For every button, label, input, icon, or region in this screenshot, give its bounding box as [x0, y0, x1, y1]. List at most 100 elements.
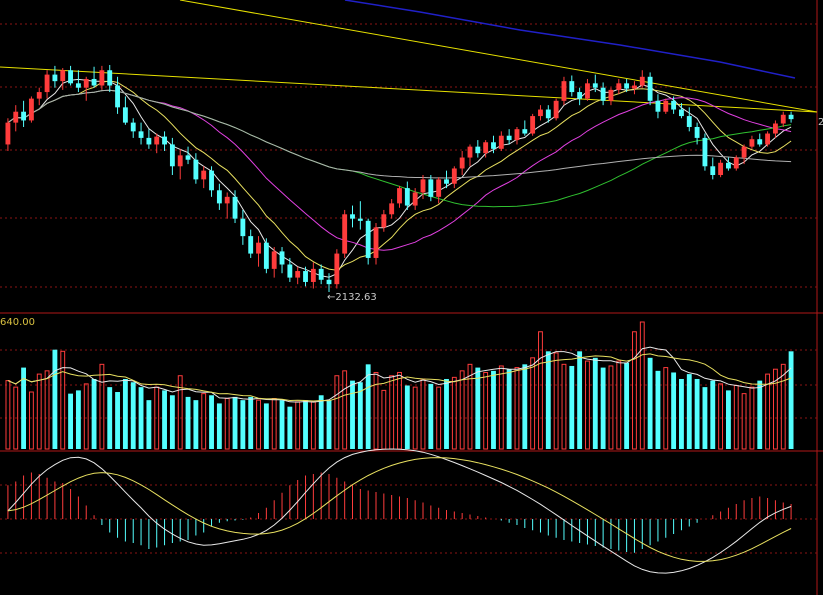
volume-bar	[193, 400, 199, 449]
volume-bar	[475, 367, 481, 449]
volume-bar	[263, 403, 269, 449]
candle-body	[600, 87, 606, 101]
volume-bar	[491, 370, 496, 449]
candle-body	[592, 83, 598, 88]
volume-bar	[115, 392, 120, 449]
volume-bar	[459, 370, 465, 450]
volume-bar	[397, 371, 402, 450]
candle-body	[5, 122, 11, 145]
volume-bar	[514, 367, 520, 450]
candle-body	[639, 76, 645, 86]
volume-bar	[506, 369, 512, 449]
candle-body	[733, 157, 739, 169]
volume-bar	[686, 374, 692, 449]
candle-body	[248, 236, 254, 254]
volume-bar	[44, 370, 50, 450]
candle-body	[68, 70, 73, 84]
volume-bar	[342, 370, 348, 450]
candle-body	[412, 192, 418, 206]
volume-bar	[561, 363, 567, 450]
candle-body	[287, 264, 293, 278]
volume-bar	[209, 395, 214, 449]
candle-body	[75, 83, 81, 88]
candle-body	[514, 129, 520, 141]
volume-bar	[318, 395, 324, 449]
candle-body	[91, 78, 97, 86]
price-panel	[0, 0, 823, 595]
volume-bar	[232, 396, 238, 449]
volume-panel	[0, 321, 823, 452]
candle-body	[209, 170, 214, 191]
candle-body	[271, 251, 277, 269]
candle-body	[99, 70, 105, 86]
candle-body	[404, 188, 410, 206]
candle-body	[334, 253, 340, 285]
volume-bar	[201, 393, 207, 450]
candle-body	[616, 83, 622, 90]
candle-body	[350, 214, 355, 219]
candle-body	[491, 142, 496, 149]
candle-body	[36, 92, 42, 99]
candle-body	[326, 279, 332, 285]
volume-bar	[28, 391, 34, 450]
volume-bar	[726, 390, 731, 449]
volume-bar	[632, 331, 637, 450]
right-edge-label: 2	[818, 117, 823, 128]
candle-body	[467, 146, 473, 158]
candle-body	[608, 89, 614, 101]
volume-bar	[130, 382, 136, 449]
volume-bar	[522, 364, 528, 449]
candle-body	[506, 135, 512, 141]
candle-body	[381, 214, 387, 228]
candle-body	[522, 129, 528, 134]
candle-body	[21, 111, 27, 121]
volume-bar	[624, 362, 630, 449]
volume-bar	[169, 395, 175, 449]
volume-bar	[256, 399, 261, 450]
candle-body	[279, 251, 285, 265]
stock-chart: ←2132.63 2 640.00	[0, 0, 823, 595]
volume-bar	[741, 393, 747, 450]
candle-body	[256, 242, 261, 254]
candle-body	[545, 109, 551, 119]
volume-bar	[75, 390, 81, 449]
volume-bar	[608, 365, 614, 450]
volume-bar	[467, 363, 473, 450]
candle-body	[224, 196, 230, 204]
volume-bar	[679, 378, 684, 449]
candle-body	[185, 155, 191, 160]
candle-body	[671, 100, 677, 110]
candle-body	[146, 137, 152, 145]
candle-body	[749, 139, 755, 147]
volume-bar	[577, 351, 583, 449]
volume-bar	[757, 380, 763, 449]
candle-body	[655, 100, 661, 112]
candle-body	[538, 109, 543, 117]
volume-bar	[389, 375, 395, 450]
volume-bar	[420, 378, 426, 450]
volume-bar	[733, 385, 739, 450]
candle-body	[365, 220, 371, 258]
candle-body	[83, 78, 89, 88]
volume-bar	[52, 349, 58, 449]
volume-bar	[780, 363, 786, 450]
candle-body	[483, 142, 489, 154]
candle-body	[240, 218, 246, 237]
candle-body	[585, 83, 590, 99]
candle-body	[553, 100, 559, 119]
candle-body	[44, 74, 50, 93]
candle-body	[757, 139, 763, 145]
candle-body	[216, 190, 222, 204]
candle-body	[788, 114, 794, 120]
candle-body	[389, 203, 395, 215]
candle-body	[122, 107, 128, 123]
candle-body	[373, 227, 379, 258]
candle-body	[318, 268, 324, 280]
volume-bar	[326, 400, 332, 449]
candle-body	[295, 271, 301, 278]
volume-bar	[5, 380, 11, 450]
volume-bar	[138, 387, 144, 449]
volume-bar	[287, 406, 293, 449]
candle-body	[232, 196, 238, 219]
volume-bar	[295, 401, 301, 450]
